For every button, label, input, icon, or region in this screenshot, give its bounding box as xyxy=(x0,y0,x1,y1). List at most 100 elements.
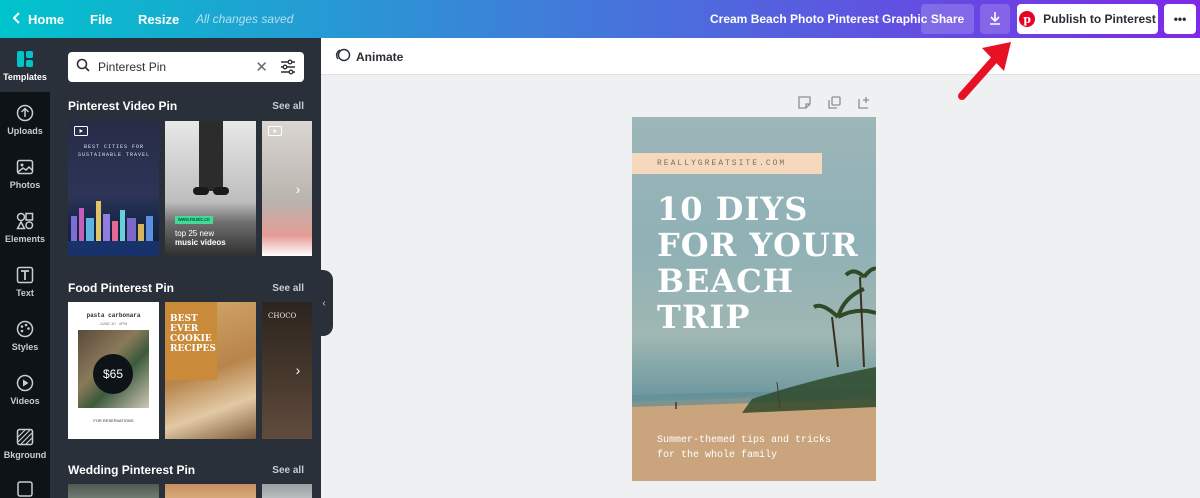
clear-search-icon[interactable]: ✕ xyxy=(255,58,268,76)
nav-styles[interactable]: Styles xyxy=(0,308,50,362)
nav-videos[interactable]: Videos xyxy=(0,362,50,416)
templates-panel: ✕ Pinterest Video Pin See all BEST CITIE… xyxy=(50,38,321,498)
shoe-image xyxy=(193,187,209,195)
nav-text[interactable]: Text xyxy=(0,254,50,308)
video-badge-icon xyxy=(74,126,88,136)
home-button[interactable]: Home xyxy=(12,0,64,38)
template-thumbnail[interactable] xyxy=(165,484,256,498)
more-options-button[interactable]: ••• xyxy=(1164,4,1196,34)
animate-label: Animate xyxy=(356,49,404,64)
template-thumbnail[interactable]: pasta carbonara JUNE 30 · 8PM $65 FOR RE… xyxy=(68,302,159,439)
document-title[interactable]: Cream Beach Photo Pinterest Graphic xyxy=(710,0,927,38)
share-button[interactable]: Share xyxy=(921,4,974,34)
section-title: Food Pinterest Pin xyxy=(68,281,175,295)
nav-label: Uploads xyxy=(7,125,43,136)
nav-label: Text xyxy=(16,287,34,298)
nav-label: Videos xyxy=(10,395,40,406)
template-thumbnail[interactable]: BEST EVER COOKIE RECIPES xyxy=(165,302,256,439)
top-bar: Home File Resize All changes saved Cream… xyxy=(0,0,1200,38)
nav-uploads[interactable]: Uploads xyxy=(0,92,50,146)
side-nav: Templates Uploads Photos Elements Text S… xyxy=(0,38,50,498)
template-thumbnail[interactable]: BEST CITIES FOR SUSTAINABLE TRAVEL xyxy=(68,121,159,256)
design-subtitle[interactable]: Summer-themed tips and tricks for the wh… xyxy=(657,433,857,463)
red-arrow-annotation xyxy=(958,42,1011,100)
notes-icon[interactable] xyxy=(798,96,811,114)
see-all-link[interactable]: See all xyxy=(272,283,304,294)
play-icon xyxy=(15,373,35,393)
headline-line: BEACH xyxy=(657,262,794,300)
thumbnail-line: top 25 new xyxy=(175,229,215,238)
publish-label: Publish to Pinterest xyxy=(1043,12,1156,26)
shoe-image xyxy=(213,187,229,195)
price-badge: $65 xyxy=(93,354,133,394)
folder-icon xyxy=(15,478,35,498)
nav-label: Elements xyxy=(4,233,46,244)
nav-label: Templates xyxy=(3,71,47,82)
chevron-right-icon[interactable]: › xyxy=(288,179,308,199)
text-icon xyxy=(15,265,35,285)
save-status: All changes saved xyxy=(196,12,294,26)
templates-icon xyxy=(15,49,35,69)
duplicate-page-icon[interactable] xyxy=(828,96,841,114)
nav-label: Bkground xyxy=(3,449,47,460)
thumbnail-date: JUNE 30 · 8PM xyxy=(99,321,128,326)
chevron-left-icon xyxy=(12,11,20,27)
chevron-right-icon[interactable]: › xyxy=(288,360,308,380)
template-search: ✕ xyxy=(68,52,304,82)
see-all-link[interactable]: See all xyxy=(272,101,304,112)
video-badge-icon xyxy=(268,126,282,136)
template-thumbnail[interactable] xyxy=(68,484,159,498)
editor-toolbar: Animate xyxy=(321,38,1200,75)
thumbnail-title: pasta carbonara xyxy=(86,312,141,319)
see-all-link[interactable]: See all xyxy=(272,465,304,476)
nav-more[interactable] xyxy=(0,470,50,498)
person-legs-image xyxy=(199,121,223,191)
design-headline[interactable]: 10 DIYS FOR YOUR BEACH TRIP xyxy=(657,191,867,335)
background-icon xyxy=(15,427,35,447)
city-skyline-image xyxy=(68,201,159,256)
thumbnail-text: BEST CITIES FOR SUSTAINABLE TRAVEL xyxy=(78,144,151,158)
nav-photos[interactable]: Photos xyxy=(0,146,50,200)
thumbnail-title: BEST EVER COOKIE RECIPES xyxy=(170,314,216,354)
publish-to-pinterest-button[interactable]: p Publish to Pinterest xyxy=(1017,4,1158,34)
home-label: Home xyxy=(28,11,65,27)
nav-background[interactable]: Bkground xyxy=(0,416,50,470)
download-button[interactable] xyxy=(980,4,1010,34)
section-title: Pinterest Video Pin xyxy=(68,99,178,113)
add-page-icon[interactable] xyxy=(858,96,871,114)
animate-button[interactable]: Animate xyxy=(335,38,403,75)
headline-line: 10 DIYS xyxy=(657,190,809,228)
headline-line: FOR YOUR xyxy=(657,226,859,264)
template-thumbnail[interactable]: www.music.co top 25 new music videos xyxy=(165,121,256,256)
design-page[interactable]: REALLYGREATSITE.COM 10 DIYS FOR YOUR BEA… xyxy=(632,117,876,481)
collapse-panel-button[interactable]: ‹ xyxy=(315,270,333,336)
upload-icon xyxy=(15,103,35,123)
canvas-scrollbar[interactable] xyxy=(1186,76,1200,498)
search-icon xyxy=(76,58,90,77)
template-thumbnail[interactable] xyxy=(262,484,312,498)
filter-icon[interactable] xyxy=(280,59,296,80)
nav-elements[interactable]: Elements xyxy=(0,200,50,254)
page-tools xyxy=(798,96,871,114)
file-menu[interactable]: File xyxy=(90,0,112,38)
thumbnail-line: music videos xyxy=(175,238,226,247)
subtitle-line: Summer-themed tips and tricks xyxy=(657,435,832,446)
palette-icon xyxy=(15,319,35,339)
nav-label: Styles xyxy=(11,341,39,352)
nav-label: Photos xyxy=(9,179,41,190)
pinterest-logo-icon: p xyxy=(1019,11,1036,27)
section-title: Wedding Pinterest Pin xyxy=(68,463,196,477)
download-icon xyxy=(988,11,1002,28)
search-input[interactable] xyxy=(98,60,248,74)
photo-icon xyxy=(15,157,35,177)
shapes-icon xyxy=(15,211,35,231)
subtitle-line: for the whole family xyxy=(657,450,778,461)
thumbnail-footer: FOR RESERVATIONS xyxy=(93,418,134,423)
nav-templates[interactable]: Templates xyxy=(0,38,50,92)
thumbnail-title: CHOCO xyxy=(268,312,297,320)
headline-line: TRIP xyxy=(657,298,751,336)
site-url-label: REALLYGREATSITE.COM xyxy=(632,153,822,174)
resize-menu[interactable]: Resize xyxy=(138,0,179,38)
thumbnail-tag: www.music.co xyxy=(175,216,213,224)
animate-icon xyxy=(335,47,351,66)
